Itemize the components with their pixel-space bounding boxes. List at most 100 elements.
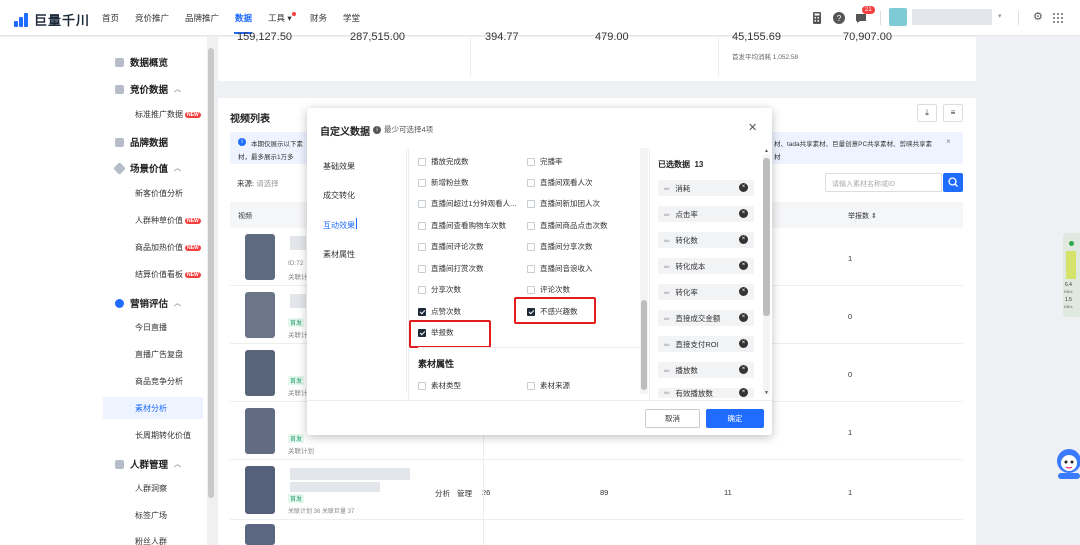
sidebar-item-settlement[interactable]: 结算价值看板 NEW (135, 269, 201, 280)
sidebar-section-brand-data[interactable]: 品牌数据 (115, 135, 168, 149)
checkbox[interactable] (418, 157, 426, 166)
col-header-report[interactable]: 举报数 ⇕ (848, 211, 877, 221)
download-icon[interactable]: ⤓ (917, 104, 937, 122)
drag-handle-icon[interactable]: ═ (664, 184, 669, 193)
remove-icon[interactable]: × (739, 209, 748, 218)
sidebar-section-marketing-eval[interactable]: 营销评估 ︿ (115, 296, 181, 310)
apps-grid-icon[interactable] (1051, 11, 1065, 25)
column-settings-icon[interactable]: ≡ (943, 104, 963, 122)
remove-icon[interactable]: × (739, 339, 748, 348)
option-material-source[interactable]: 素材来源 (527, 380, 570, 391)
checkbox[interactable] (418, 381, 426, 390)
search-button[interactable] (943, 173, 963, 192)
checkbox[interactable] (527, 157, 535, 166)
checkbox[interactable] (527, 285, 535, 294)
option-shares[interactable]: 分享次数 (418, 284, 461, 295)
checkbox[interactable] (418, 242, 426, 251)
nav-item-brand[interactable]: 品牌推广 (185, 12, 219, 24)
remove-icon[interactable]: × (739, 261, 748, 270)
nav-item-academy[interactable]: 学堂 (343, 12, 360, 24)
drag-handle-icon[interactable]: ═ (664, 340, 669, 349)
sidebar-section-data-overview[interactable]: 数据概览 (115, 55, 168, 69)
sidebar-item-crowd-seeding[interactable]: 人群种草价值 NEW (135, 215, 201, 226)
options-scroll-thumb[interactable] (641, 300, 647, 390)
checkbox[interactable] (527, 199, 535, 208)
nav-item-bidding[interactable]: 竞价推广 (135, 12, 169, 24)
option-live-shares[interactable]: 直播间分享次数 (527, 241, 593, 252)
nav-item-finance[interactable]: 财务 (310, 12, 327, 24)
source-filter[interactable]: 来源: 请选择 (237, 178, 279, 189)
checkbox[interactable] (418, 264, 426, 273)
checkbox[interactable] (527, 178, 535, 187)
sidebar-section-scene-value[interactable]: 场景价值 ︿ (113, 161, 181, 175)
option-live-product-clicks[interactable]: 直播间商品点击次数 (527, 220, 608, 231)
drag-handle-icon[interactable]: ═ (664, 388, 669, 397)
table-row[interactable] (230, 520, 963, 545)
video-thumbnail[interactable] (245, 408, 275, 454)
checkbox-checked[interactable] (418, 307, 426, 316)
search-input[interactable]: 请输入素材名称或ID (825, 173, 942, 192)
confirm-button[interactable]: 确定 (706, 409, 764, 428)
sidebar-item-fans[interactable]: 粉丝人群 (135, 536, 167, 545)
calculator-icon[interactable] (810, 11, 824, 25)
drag-handle-icon[interactable]: ═ (664, 210, 669, 219)
drag-handle-icon[interactable]: ═ (664, 236, 669, 245)
close-icon[interactable]: ✕ (748, 121, 757, 134)
video-thumbnail[interactable] (245, 234, 275, 280)
checkbox[interactable] (527, 264, 535, 273)
sidebar-item-product-competition[interactable]: 商品竞争分析 (135, 376, 183, 387)
sidebar-item-tag-square[interactable]: 标签广场 (135, 510, 167, 521)
selected-chip[interactable]: ═ 有效播放数 × (658, 388, 754, 398)
checkbox[interactable] (418, 199, 426, 208)
option-comments[interactable]: 评论次数 (527, 284, 570, 295)
notice-close-icon[interactable]: × (946, 137, 951, 146)
checkbox[interactable] (527, 242, 535, 251)
remove-icon[interactable]: × (739, 313, 748, 322)
video-thumbnail[interactable] (245, 350, 275, 396)
selected-chip[interactable]: ═ 直接成交金额 × (658, 310, 754, 326)
checkbox[interactable] (418, 178, 426, 187)
option-live-over-1min[interactable]: 直播间超过1分钟观看人... (418, 198, 516, 209)
remove-icon[interactable]: × (739, 183, 748, 192)
manage-link[interactable]: 管理 (457, 488, 472, 499)
sidebar-section-bidding-data[interactable]: 竞价数据 ︿ (115, 82, 181, 96)
settings-gear-icon[interactable]: ⚙ (1033, 10, 1043, 23)
video-thumbnail[interactable] (245, 466, 275, 514)
selected-chip[interactable]: ═ 点击率 × (658, 206, 754, 222)
selected-chip[interactable]: ═ 消耗 × (658, 180, 754, 196)
remove-icon[interactable]: × (739, 388, 748, 397)
analyze-link[interactable]: 分析 (435, 488, 450, 499)
sidebar-scroll-thumb[interactable] (208, 48, 214, 498)
option-live-tips[interactable]: 直播间打赏次数 (418, 263, 484, 274)
tab-conversion[interactable]: 成交转化 (323, 190, 355, 201)
video-thumbnail[interactable] (245, 292, 275, 338)
selected-chip[interactable]: ═ 播放数 × (658, 362, 754, 378)
tab-basic-effect[interactable]: 基础效果 (323, 161, 355, 172)
avatar[interactable] (889, 8, 907, 26)
sidebar-item-new-customer[interactable]: 新客价值分析 (135, 188, 183, 199)
sidebar-item-material-analysis[interactable]: 素材分析 (135, 403, 167, 414)
option-play-complete[interactable]: 播放完成数 (418, 156, 469, 167)
checkbox[interactable] (527, 381, 535, 390)
help-icon[interactable]: ? (832, 11, 846, 25)
account-name-blurred[interactable] (912, 9, 992, 25)
account-dropdown-icon[interactable]: ▾ (998, 12, 1002, 20)
option-live-comments[interactable]: 直播间评论次数 (418, 241, 484, 252)
option-material-type[interactable]: 素材类型 (418, 380, 461, 391)
checkbox[interactable] (418, 221, 426, 230)
selected-chip[interactable]: ═ 转化成本 × (658, 258, 754, 274)
remove-icon[interactable]: × (739, 365, 748, 374)
selected-chip[interactable]: ═ 转化数 × (658, 232, 754, 248)
drag-handle-icon[interactable]: ═ (664, 262, 669, 271)
checkbox[interactable] (418, 285, 426, 294)
drag-handle-icon[interactable]: ═ (664, 314, 669, 323)
sidebar-item-standard-data[interactable]: 标准推广数据 NEW (135, 109, 201, 120)
brand-logo[interactable]: 巨量千川 (14, 10, 90, 29)
drag-handle-icon[interactable]: ═ (664, 288, 669, 297)
network-speed-widget[interactable]: 6.4 KB/s 1.5 KB/s (1063, 233, 1080, 317)
sidebar-item-crowd-insight[interactable]: 人群洞察 (135, 483, 167, 494)
option-live-views[interactable]: 直播间观看人次 (527, 177, 593, 188)
sidebar-item-today-live[interactable]: 今日直播 (135, 322, 167, 333)
sidebar-item-long-cycle[interactable]: 长周期转化价值 (135, 430, 191, 441)
option-live-new-group[interactable]: 直播间新加团人次 (527, 198, 600, 209)
